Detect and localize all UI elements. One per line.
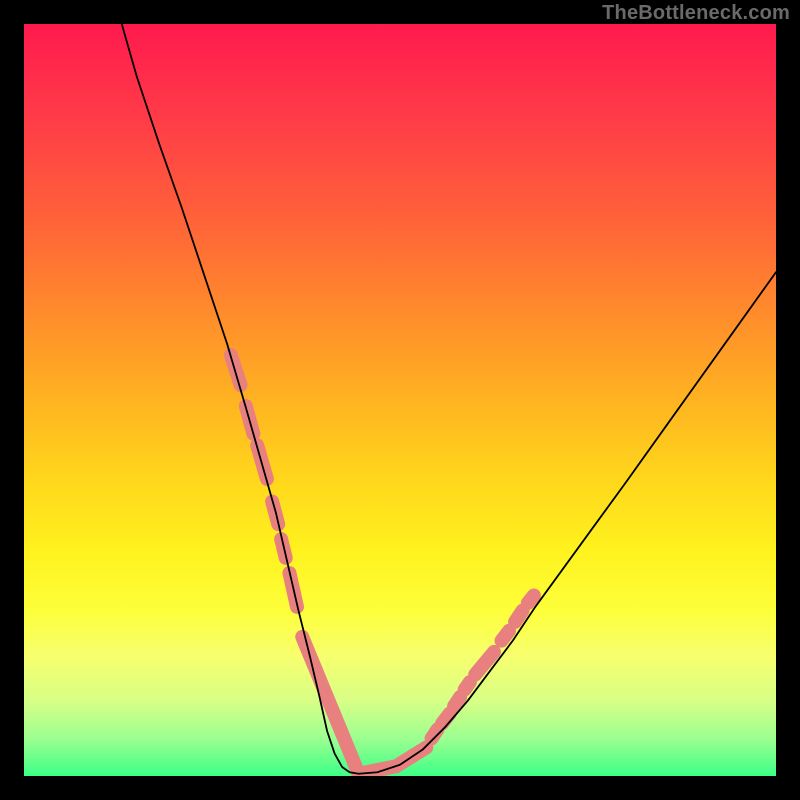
watermark-text: TheBottleneck.com bbox=[602, 2, 790, 25]
marker-segment bbox=[246, 406, 254, 434]
marker-segment bbox=[302, 637, 358, 774]
marker-segment bbox=[465, 682, 470, 690]
marker-segment bbox=[257, 445, 267, 479]
curve-overlay bbox=[24, 24, 776, 776]
marker-segment bbox=[289, 573, 297, 607]
marker-segment bbox=[528, 596, 534, 604]
marker-segment bbox=[359, 766, 397, 774]
marker-segment bbox=[502, 631, 510, 641]
chart-frame: TheBottleneck.com bbox=[0, 0, 800, 800]
marker-segment bbox=[442, 714, 450, 724]
marker-segment bbox=[396, 747, 426, 766]
marker-segment bbox=[454, 697, 460, 706]
marker-segment bbox=[432, 729, 438, 738]
marker-segment bbox=[231, 355, 241, 385]
marker-segment bbox=[281, 539, 286, 558]
bottleneck-curve bbox=[122, 24, 776, 774]
marker-segment bbox=[515, 611, 523, 622]
marker-segments bbox=[231, 355, 534, 774]
plot-area bbox=[24, 24, 776, 776]
marker-segment bbox=[272, 502, 278, 525]
marker-segment bbox=[475, 652, 494, 675]
